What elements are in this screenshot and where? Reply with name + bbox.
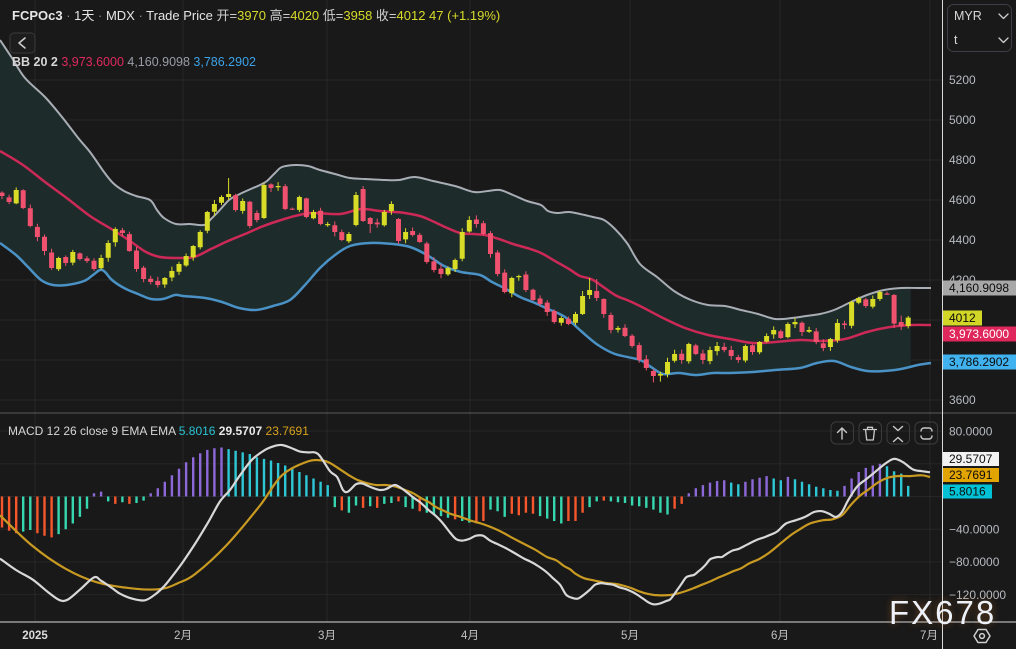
svg-text:FX678: FX678 bbox=[889, 594, 996, 631]
svg-text:4400: 4400 bbox=[949, 233, 976, 247]
svg-text:t: t bbox=[954, 33, 958, 47]
svg-text:3,973.6000: 3,973.6000 bbox=[949, 327, 1009, 341]
svg-text:−80.0000: −80.0000 bbox=[949, 555, 1000, 569]
svg-text:MACD 12 26 close 9 EMA EMA 5.: MACD 12 26 close 9 EMA EMA 5.8016 29.570… bbox=[8, 424, 309, 438]
svg-text:5000: 5000 bbox=[949, 113, 976, 127]
svg-text:3月: 3月 bbox=[318, 630, 336, 642]
svg-text:−40.0000: −40.0000 bbox=[949, 522, 1000, 536]
svg-text:4月: 4月 bbox=[461, 630, 479, 642]
svg-text:5月: 5月 bbox=[621, 630, 639, 642]
svg-text:4600: 4600 bbox=[949, 193, 976, 207]
svg-text:MYR: MYR bbox=[954, 9, 982, 23]
svg-text:2月: 2月 bbox=[174, 630, 192, 642]
svg-text:29.5707: 29.5707 bbox=[949, 452, 993, 466]
svg-text:2025: 2025 bbox=[22, 630, 48, 642]
svg-text:FCPOc3 · 1天 · MDX · Trade Pric: FCPOc3 · 1天 · MDX · Trade Price 开=3970 高… bbox=[12, 8, 500, 23]
svg-text:BB 20 2 3,973.6000 4,160.909: BB 20 2 3,973.6000 4,160.9098 3,786.2902 bbox=[12, 55, 256, 69]
svg-text:4,160.9098: 4,160.9098 bbox=[949, 281, 1009, 295]
svg-text:4800: 4800 bbox=[949, 153, 976, 167]
svg-text:5.8016: 5.8016 bbox=[949, 485, 986, 499]
svg-text:23.7691: 23.7691 bbox=[949, 468, 993, 482]
svg-text:5200: 5200 bbox=[949, 73, 976, 87]
svg-text:80.0000: 80.0000 bbox=[949, 424, 993, 438]
svg-text:7月: 7月 bbox=[920, 630, 938, 642]
svg-text:6月: 6月 bbox=[771, 630, 789, 642]
svg-text:4012: 4012 bbox=[949, 311, 976, 325]
svg-text:3,786.2902: 3,786.2902 bbox=[949, 355, 1009, 369]
svg-text:3600: 3600 bbox=[949, 393, 976, 407]
